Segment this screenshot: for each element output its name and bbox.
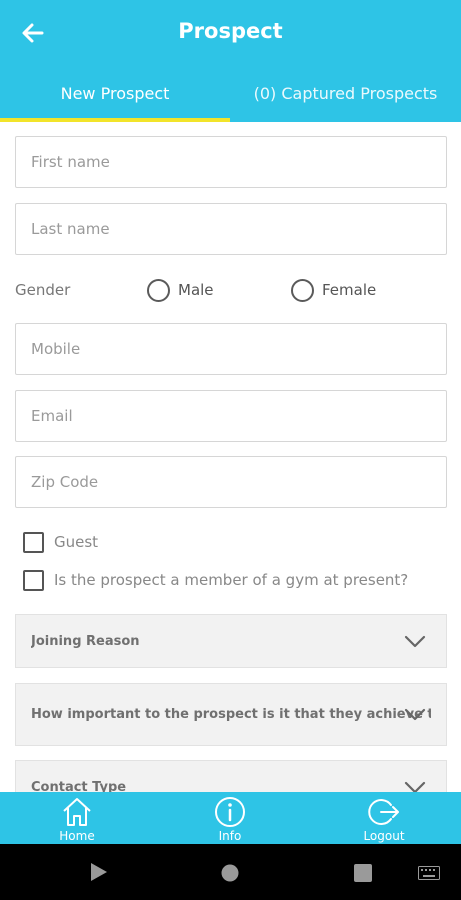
checkbox-icon (23, 531, 44, 553)
nav-home-label: Home (59, 829, 95, 843)
guest-label: Guest (54, 533, 99, 551)
gender-female-label: Female (322, 281, 377, 299)
chevron-down-icon (404, 708, 426, 721)
chevron-down-icon (404, 781, 426, 792)
zip-code-field[interactable] (15, 456, 447, 508)
logout-icon (368, 799, 399, 825)
mobile-field[interactable] (15, 323, 447, 375)
gender-female-radio[interactable]: Female (291, 277, 376, 303)
nav-logout-label: Logout (363, 829, 405, 843)
last-name-input[interactable] (16, 204, 446, 254)
chevron-down-icon (404, 635, 426, 648)
radio-circle-icon (291, 278, 314, 302)
first-name-input[interactable] (16, 137, 446, 187)
bottom-navigation: Home Info Logout (0, 792, 461, 844)
importance-dropdown[interactable]: How important to the prospect is it that… (15, 683, 447, 746)
zip-code-input[interactable] (16, 457, 446, 507)
tab-new-prospect[interactable]: New Prospect (0, 84, 230, 122)
system-back-icon[interactable] (89, 862, 109, 882)
gym-member-label: Is the prospect a member of a gym at pre… (54, 571, 409, 589)
nav-logout-button[interactable]: Logout (329, 792, 439, 844)
nav-home-button[interactable]: Home (22, 792, 132, 844)
gym-member-checkbox[interactable]: Is the prospect a member of a gym at pre… (23, 569, 408, 591)
info-icon (215, 797, 245, 827)
app-bar: Prospect New Prospect (0) Captured Prosp… (0, 0, 461, 122)
nav-info-label: Info (218, 829, 242, 843)
joining-reason-dropdown[interactable]: Joining Reason (15, 614, 447, 668)
nav-info-button[interactable]: Info (175, 792, 285, 844)
gender-male-label: Male (178, 281, 214, 299)
contact-type-dropdown[interactable]: Contact Type (15, 760, 447, 792)
home-icon (63, 798, 91, 826)
page-title: Prospect (178, 19, 283, 43)
contact-type-label: Contact Type (31, 780, 127, 792)
mobile-input[interactable] (16, 324, 446, 374)
system-home-icon[interactable] (221, 864, 239, 882)
tab-captured-prospects[interactable]: (0) Captured Prospects (230, 84, 461, 122)
email-field[interactable] (15, 390, 447, 442)
importance-label: How important to the prospect is it that… (31, 707, 431, 722)
keyboard-icon[interactable] (418, 866, 440, 880)
joining-reason-label: Joining Reason (31, 634, 140, 649)
gender-male-radio[interactable]: Male (147, 277, 214, 303)
radio-circle-icon (147, 278, 170, 302)
gender-label: Gender (15, 281, 71, 299)
last-name-field[interactable] (15, 203, 447, 255)
system-recents-icon[interactable] (354, 864, 372, 882)
first-name-field[interactable] (15, 136, 447, 188)
checkbox-icon (23, 569, 44, 591)
prospect-form: Gender Male Female Guest Is the prospect… (0, 122, 461, 792)
email-input[interactable] (16, 391, 446, 441)
system-navigation-bar (0, 844, 461, 900)
guest-checkbox[interactable]: Guest (23, 531, 98, 553)
